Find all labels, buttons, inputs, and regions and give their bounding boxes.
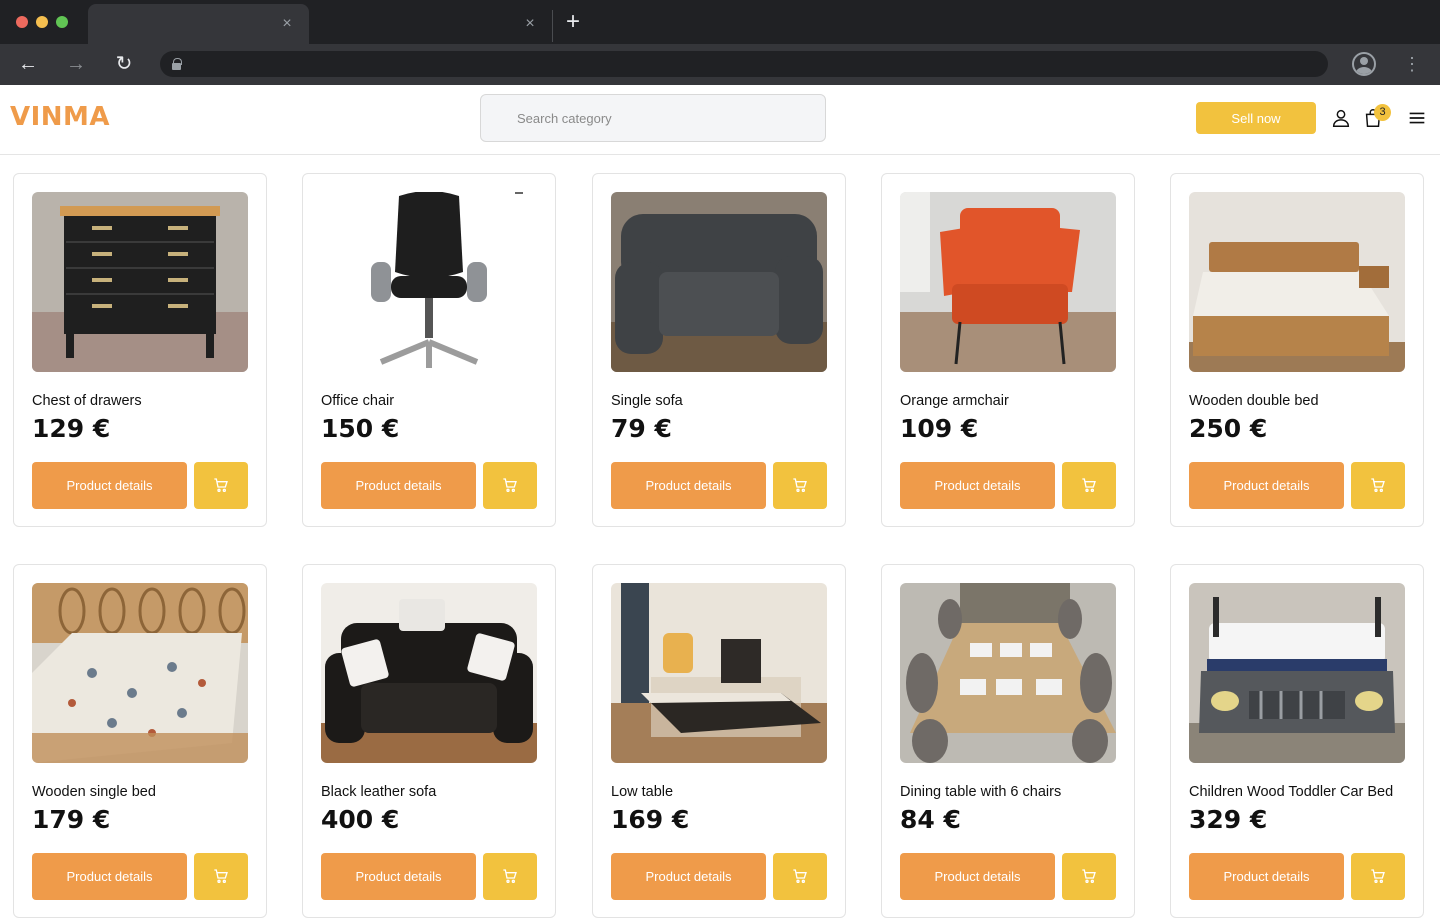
browser-toolbar: ← → ↻ ⋮ [0,44,1440,85]
low-table-photo[interactable] [611,583,827,763]
black-leather-sofa-photo[interactable] [321,583,537,763]
product-card[interactable]: Office chair 150 € Product details [302,173,556,527]
user-icon[interactable] [1330,107,1352,129]
single-sofa-photo[interactable] [611,192,827,372]
product-card[interactable]: Black leather sofa 400 € Product details [302,564,556,918]
reload-icon[interactable]: ↻ [112,52,136,76]
product-price: 84 € [900,805,961,834]
tab-close-icon[interactable]: × [277,14,297,34]
product-card[interactable]: Wooden double bed 250 € Product details [1170,173,1424,527]
product-name: Low table [611,784,674,800]
hamburger-menu-icon[interactable] [1406,107,1428,129]
site-logo[interactable]: VINMA [10,102,110,132]
product-card[interactable]: Chest of drawers 129 € Product details [13,173,267,527]
product-price: 179 € [32,805,111,834]
product-name: Wooden single bed [32,784,156,800]
product-details-button[interactable]: Product details [1189,853,1344,900]
image-dash-mark [515,192,523,194]
window-close-dot[interactable] [16,16,28,28]
browser-tab-inactive[interactable]: × [309,4,552,44]
address-bar[interactable] [160,51,1328,77]
product-name: Wooden double bed [1189,393,1319,409]
site-header: VINMA Sell now 3 [0,85,1440,155]
product-price: 400 € [321,805,400,834]
add-to-cart-button[interactable] [1062,853,1116,900]
orange-armchair-photo[interactable] [900,192,1116,372]
product-details-button[interactable]: Product details [611,462,766,509]
product-name: Black leather sofa [321,784,437,800]
product-details-button[interactable]: Product details [321,462,476,509]
window-zoom-dot[interactable] [56,16,68,28]
product-card[interactable]: Wooden single bed 179 € Product details [13,564,267,918]
browser-tab-active[interactable]: × [88,4,309,44]
product-card[interactable]: Children Wood Toddler Car Bed 329 € Produc… [1170,564,1424,918]
add-to-cart-button[interactable] [194,462,248,509]
tab-divider [552,10,553,42]
product-details-button[interactable]: Product details [900,462,1055,509]
search-input[interactable] [480,94,826,142]
product-price: 109 € [900,414,979,443]
product-price: 250 € [1189,414,1268,443]
product-name: Dining table with 6 chairs [900,784,1062,800]
add-to-cart-button[interactable] [773,853,827,900]
chest-of-drawers-photo[interactable] [32,192,248,372]
product-card[interactable]: Low table 169 € Product details [592,564,846,918]
new-tab-icon[interactable]: + [562,10,584,34]
cart-icon [1371,478,1385,492]
dining-table-photo[interactable] [900,583,1116,763]
product-price: 150 € [321,414,400,443]
sell-now-button[interactable]: Sell now [1196,102,1316,134]
add-to-cart-button[interactable] [194,853,248,900]
product-card[interactable]: Single sofa 79 € Product details [592,173,846,527]
cart-count-badge: 3 [1374,104,1391,121]
add-to-cart-button[interactable] [483,462,537,509]
cart-icon [503,478,517,492]
back-arrow-icon[interactable]: ← [16,52,40,76]
office-chair-photo[interactable] [321,192,537,372]
window-minimize-dot[interactable] [36,16,48,28]
browser-tab-strip: × × + [0,0,1440,44]
wooden-single-bed-photo[interactable] [32,583,248,763]
product-details-button[interactable]: Product details [321,853,476,900]
product-price: 329 € [1189,805,1268,834]
product-card[interactable]: Dining table with 6 chairs 84 € Product de… [881,564,1135,918]
product-details-button[interactable]: Product details [1189,462,1344,509]
add-to-cart-button[interactable] [1351,853,1405,900]
product-price: 129 € [32,414,111,443]
cart-icon [1082,478,1096,492]
lock-icon [172,58,182,70]
add-to-cart-button[interactable] [1062,462,1116,509]
product-name: Orange armchair [900,393,1009,409]
add-to-cart-button[interactable] [773,462,827,509]
wooden-double-bed-photo[interactable] [1189,192,1405,372]
forward-arrow-icon[interactable]: → [64,52,88,76]
cart-icon [793,478,807,492]
product-name: Single sofa [611,393,683,409]
product-price: 79 € [611,414,672,443]
product-card[interactable]: Orange armchair 109 € Product details [881,173,1135,527]
add-to-cart-button[interactable] [483,853,537,900]
product-details-button[interactable]: Product details [32,853,187,900]
product-price: 169 € [611,805,690,834]
product-name: Office chair [321,393,395,409]
browser-menu-icon[interactable]: ⋮ [1402,52,1422,76]
product-details-button[interactable]: Product details [611,853,766,900]
tab-close-icon[interactable]: × [520,14,540,34]
profile-icon[interactable] [1352,52,1376,76]
product-name: Chest of drawers [32,393,142,409]
toddler-car-bed-photo[interactable] [1189,583,1405,763]
cart-icon [214,478,228,492]
product-details-button[interactable]: Product details [900,853,1055,900]
product-name: Children Wood Toddler Car Bed [1189,784,1394,800]
add-to-cart-button[interactable] [1351,462,1405,509]
product-details-button[interactable]: Product details [32,462,187,509]
